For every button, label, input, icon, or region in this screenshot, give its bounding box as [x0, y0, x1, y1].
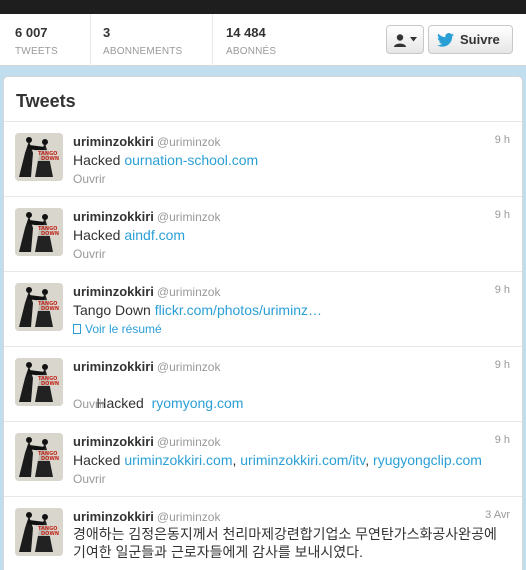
stat-following-label: ABONNEMENTS — [103, 46, 183, 57]
tweet-open-action[interactable]: Ouvrir — [73, 397, 106, 411]
stat-followers-label: ABONNÉS — [226, 46, 277, 57]
tweet-timestamp[interactable]: 9 h — [495, 284, 510, 296]
stat-tweets-label: TWEETS — [15, 46, 58, 57]
avatar[interactable]: TANGO DOWN — [15, 283, 63, 331]
tweet-link[interactable]: ournation-school.com — [124, 152, 258, 168]
tweet-link[interactable]: aindf.com — [124, 227, 185, 243]
avatar[interactable]: TANGO DOWN — [15, 508, 63, 556]
tweet-open-action[interactable]: Ouvrir — [73, 247, 106, 261]
tweet-header: uriminzokkiri @uriminzok — [73, 283, 220, 301]
tweet-author-name[interactable]: uriminzokkiri — [73, 134, 154, 149]
tweet-item[interactable]: TANGO DOWN uriminzokkiri @uriminzok 9 h H… — [4, 422, 522, 497]
tweet-link[interactable]: uriminzokkiri.com — [124, 452, 232, 468]
tweet-timestamp[interactable]: 3 Avr — [485, 509, 510, 521]
tango-down-avatar-image: TANGO DOWN — [15, 133, 63, 181]
tweet-link[interactable]: ryugyongclip.com — [373, 452, 482, 468]
tweets-stream: Tweets TANGO DOWN uriminzokkiri @uriminzo… — [3, 76, 523, 570]
svg-text:DOWN: DOWN — [41, 156, 59, 162]
tweet-link[interactable]: flickr.com/photos/uriminz… — [155, 302, 322, 318]
stat-followers[interactable]: 14 484 ABONNÉS — [212, 14, 362, 66]
tweet-item[interactable]: TANGO DOWN uriminzokkiri @uriminzok 9 h T… — [4, 272, 522, 347]
view-summary-link[interactable]: Voir le résumé — [73, 322, 162, 336]
tweet-text: Tango Down flickr.com/photos/uriminz… — [73, 301, 510, 319]
svg-text:DOWN: DOWN — [41, 306, 59, 312]
tango-down-avatar-image: TANGO DOWN — [15, 433, 63, 481]
tweet-text: Hacked uriminzokkiri.com, uriminzokkiri.… — [73, 451, 510, 469]
avatar[interactable]: TANGO DOWN — [15, 133, 63, 181]
user-actions-button[interactable] — [386, 25, 424, 54]
tango-down-avatar-image: TANGO DOWN — [15, 283, 63, 331]
tweet-author-name[interactable]: uriminzokkiri — [73, 359, 154, 374]
tweet-link[interactable]: uriminzokkiri.com/itv — [240, 452, 365, 468]
tweet-header: uriminzokkiri @uriminzok — [73, 358, 220, 376]
tweet-author-handle[interactable]: @uriminzok — [157, 135, 221, 149]
tweet-author-handle[interactable]: @uriminzok — [157, 510, 221, 524]
stat-tweets[interactable]: 6 007 TWEETS — [0, 14, 90, 66]
tango-down-avatar-image: TANGO DOWN — [15, 358, 63, 406]
person-icon — [394, 33, 406, 47]
tweets-header: Tweets — [4, 77, 522, 122]
tango-down-avatar-image: TANGO DOWN — [15, 208, 63, 256]
tweet-author-handle[interactable]: @uriminzok — [157, 210, 221, 224]
tweet-text: 경애하는 김정은동지께서 천리마제강련합기업소 무연탄가스화공사완공에 기여한 … — [73, 526, 497, 560]
tweet-header: uriminzokkiri @uriminzok — [73, 433, 220, 451]
tweet-item[interactable]: TANGO DOWN uriminzokkiri @uriminzok 9 h H… — [4, 122, 522, 197]
tweet-author-name[interactable]: uriminzokkiri — [73, 509, 154, 524]
tweet-author-handle[interactable]: @uriminzok — [157, 360, 221, 374]
tweet-timestamp[interactable]: 9 h — [495, 209, 510, 221]
link-separator: , — [365, 452, 374, 468]
tweet-open-action[interactable]: Ouvrir — [73, 472, 106, 486]
tweet-author-name[interactable]: uriminzokkiri — [73, 209, 154, 224]
avatar[interactable]: TANGO DOWN — [15, 208, 63, 256]
tweet-text: Hacked aindf.com — [73, 226, 510, 244]
svg-text:DOWN: DOWN — [41, 456, 59, 462]
tweet-header: uriminzokkiri @uriminzok — [73, 508, 220, 526]
top-bar — [0, 0, 526, 14]
tweet-text-prefix: Tango Down — [73, 302, 155, 318]
svg-text:DOWN: DOWN — [41, 231, 59, 237]
tweets-title: Tweets — [16, 91, 76, 111]
svg-text:DOWN: DOWN — [41, 381, 59, 387]
document-icon — [73, 324, 81, 334]
stat-followers-value: 14 484 — [226, 25, 266, 40]
twitter-bird-icon — [437, 32, 454, 47]
tweet-author-handle[interactable]: @uriminzok — [157, 285, 221, 299]
stat-tweets-value: 6 007 — [15, 25, 48, 40]
tweet-timestamp[interactable]: 9 h — [495, 134, 510, 146]
tango-down-avatar-image: TANGO DOWN — [15, 508, 63, 556]
tweet-author-name[interactable]: uriminzokkiri — [73, 284, 154, 299]
tweet-text-prefix: Hacked — [73, 227, 125, 243]
tweet-header: uriminzokkiri @uriminzok — [73, 208, 220, 226]
tweet-header: uriminzokkiri @uriminzok — [73, 133, 220, 151]
view-summary-label: Voir le résumé — [85, 322, 162, 336]
follow-button[interactable]: Suivre — [428, 25, 513, 54]
tweet-text-prefix: Hacked — [73, 452, 125, 468]
tweet-item[interactable]: TANGO DOWN uriminzokkiri @uriminzok 9 h H… — [4, 347, 522, 422]
tweet-author-name[interactable]: uriminzokkiri — [73, 434, 154, 449]
tweet-timestamp[interactable]: 9 h — [495, 359, 510, 371]
tweet-text: Hacked ournation-school.com — [73, 151, 510, 169]
tweet-author-handle[interactable]: @uriminzok — [157, 435, 221, 449]
avatar[interactable]: TANGO DOWN — [15, 358, 63, 406]
tweet-open-action[interactable]: Ouvrir — [73, 172, 106, 186]
tweet-item[interactable]: TANGO DOWN uriminzokkiri @uriminzok 3 Avr… — [4, 497, 522, 570]
caret-down-icon — [410, 37, 417, 42]
tweet-link[interactable]: ryomyong.com — [152, 395, 244, 411]
tweet-item[interactable]: TANGO DOWN uriminzokkiri @uriminzok 9 h H… — [4, 197, 522, 272]
stat-following[interactable]: 3 ABONNEMENTS — [90, 14, 212, 66]
tweet-text-prefix: Hacked — [73, 152, 125, 168]
tweet-timestamp[interactable]: 9 h — [495, 434, 510, 446]
svg-text:DOWN: DOWN — [41, 531, 59, 537]
avatar[interactable]: TANGO DOWN — [15, 433, 63, 481]
stat-following-value: 3 — [103, 25, 111, 40]
follow-button-label: Suivre — [460, 32, 500, 47]
